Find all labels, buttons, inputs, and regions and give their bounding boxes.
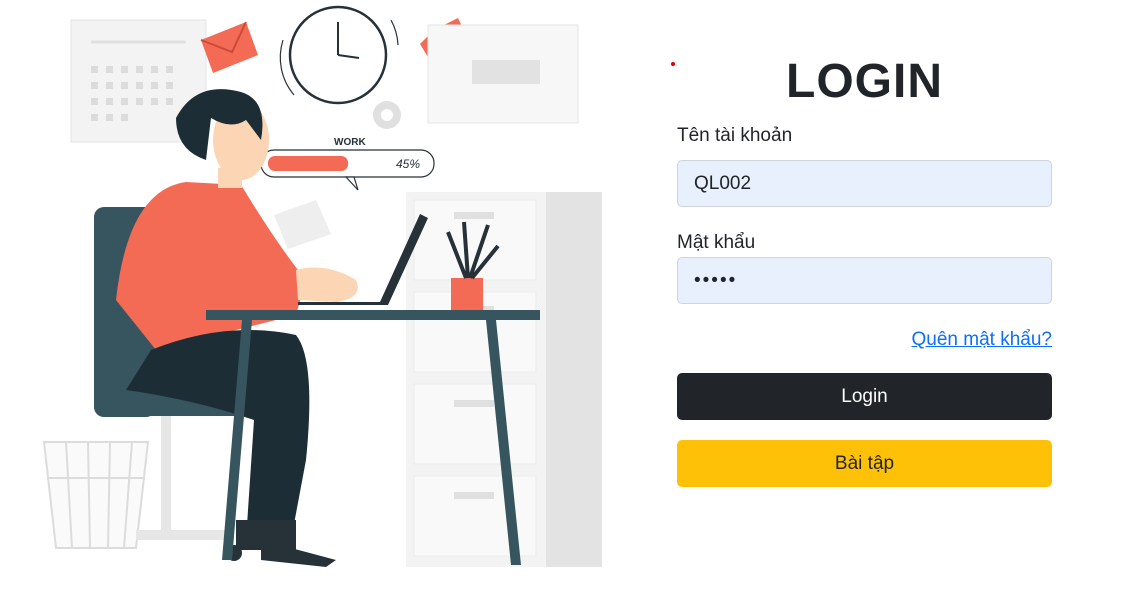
red-dot xyxy=(671,62,675,66)
password-label: Mật khẩu xyxy=(677,232,756,253)
progress-title: WORK xyxy=(334,137,366,148)
login-page: WORK 45% LOGIN Tên tài khoản QL002 Mật k… xyxy=(0,0,1138,593)
exercise-button[interactable]: Bài tập xyxy=(677,440,1052,487)
password-input[interactable] xyxy=(677,257,1052,304)
login-button[interactable]: Login xyxy=(677,373,1052,420)
working-man-illustration: WORK 45% xyxy=(42,5,602,567)
progress-bubble: WORK 45% xyxy=(260,137,435,191)
waste-basket xyxy=(42,441,150,549)
clock-icon xyxy=(279,5,399,105)
username-input[interactable] xyxy=(677,160,1052,207)
browser-window-icon xyxy=(427,24,579,124)
file-cabinet xyxy=(406,192,602,567)
login-title: LOGIN xyxy=(786,55,943,108)
paper-icon xyxy=(274,200,331,249)
envelope-icon xyxy=(200,21,258,73)
gear-icon xyxy=(373,101,401,129)
progress-fill xyxy=(268,156,349,171)
progress-value: 45% xyxy=(396,157,420,171)
forgot-password-link[interactable]: Quên mật khẩu? xyxy=(912,328,1052,352)
username-label: Tên tài khoản xyxy=(677,125,793,146)
